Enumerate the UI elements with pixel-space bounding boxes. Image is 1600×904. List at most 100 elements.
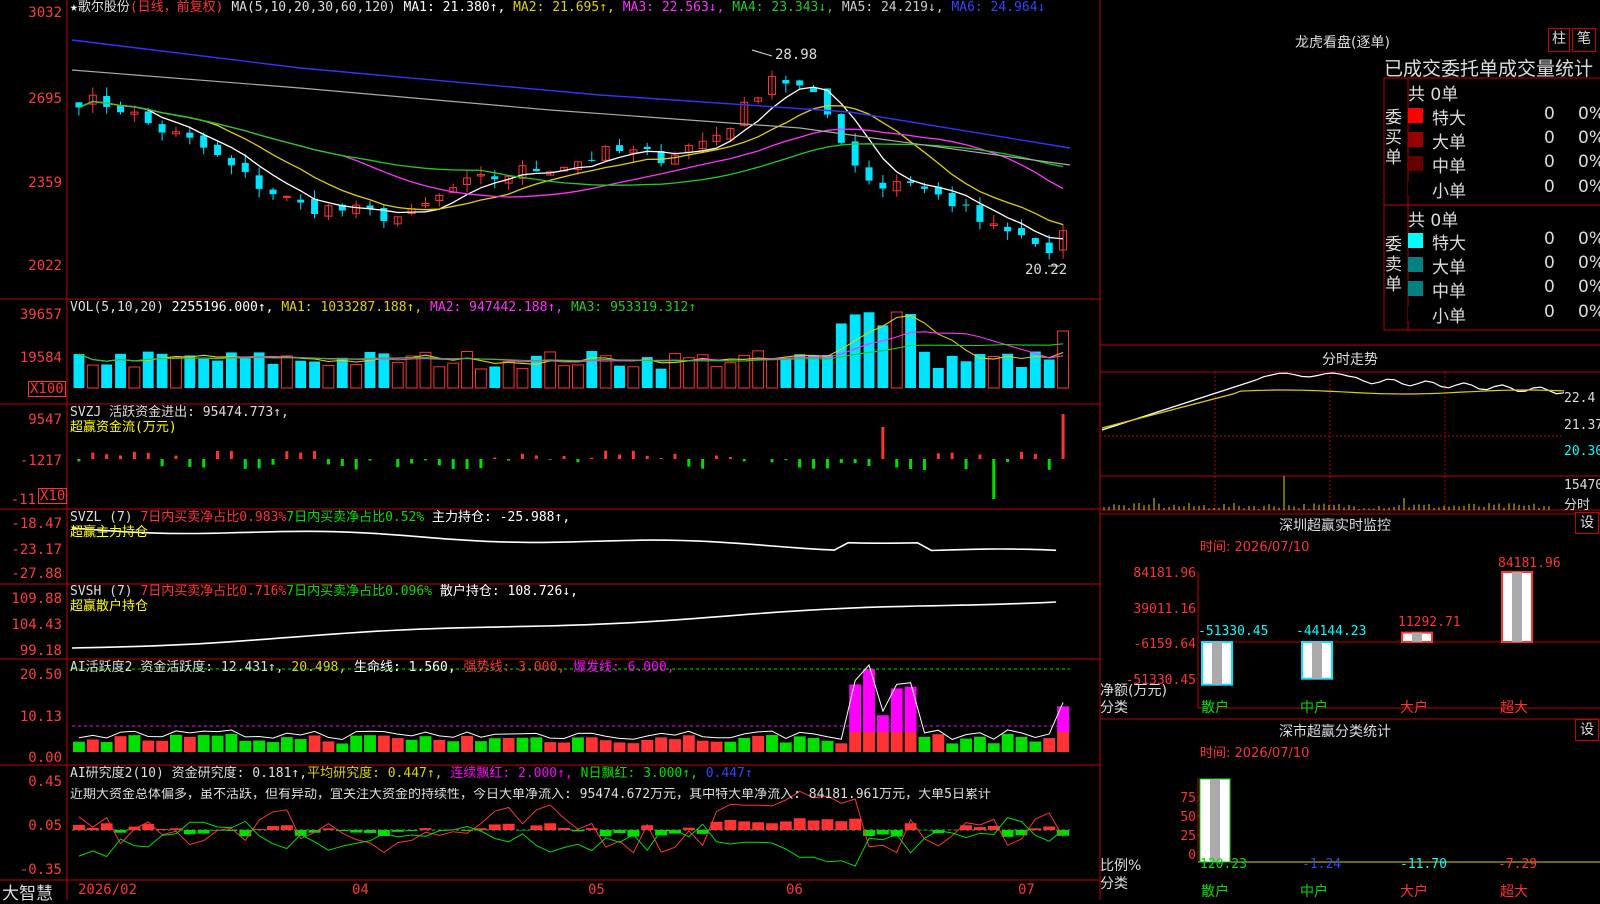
stat-settings-button[interactable]: 设 bbox=[1575, 719, 1599, 741]
svzl-position: 主力持仓: -25.988↑, bbox=[432, 510, 570, 525]
sell-row-s: 小单00% bbox=[1408, 302, 1600, 326]
sell-row-l: 大单00% bbox=[1408, 253, 1600, 277]
activity-bar bbox=[849, 732, 861, 752]
activity-bar bbox=[530, 737, 542, 752]
stock-name[interactable]: 歌尔股份 bbox=[78, 0, 130, 15]
intraday-price-line bbox=[1102, 373, 1564, 430]
research-bar bbox=[517, 830, 529, 831]
chart-canvas[interactable] bbox=[0, 0, 1600, 900]
sell-side-label: 委卖单 bbox=[1385, 235, 1405, 295]
activity-bar bbox=[323, 741, 335, 752]
svsh-axis-label: 104.43 bbox=[0, 617, 62, 633]
candle-down bbox=[491, 176, 498, 179]
stat-axis-label: 25 bbox=[1100, 829, 1196, 844]
color-swatch bbox=[1408, 233, 1423, 248]
bar-view-button[interactable]: 柱 bbox=[1548, 28, 1570, 52]
tick-view-button[interactable]: 笔 bbox=[1572, 28, 1596, 52]
volume-bar bbox=[656, 369, 667, 388]
activity-bar bbox=[87, 739, 99, 752]
volume-bar bbox=[1058, 331, 1069, 388]
research-bar bbox=[364, 830, 376, 833]
volume-bar bbox=[559, 366, 570, 388]
star-icon[interactable]: ★ bbox=[70, 0, 78, 15]
activity-bar bbox=[1029, 742, 1041, 752]
monitor-settings-button[interactable]: 设 bbox=[1575, 512, 1599, 534]
volume-bar bbox=[503, 361, 514, 388]
ai2-last: 0.447↑ bbox=[706, 766, 753, 781]
activity-bar bbox=[378, 736, 390, 752]
research-bar bbox=[711, 822, 723, 830]
svzj-header: SVZJ 活跃资金进出: 95474.773↑, bbox=[70, 406, 289, 420]
research-bar bbox=[766, 823, 778, 830]
volume-bar bbox=[614, 366, 625, 388]
stat-value-label: -1.24 bbox=[1302, 857, 1341, 872]
svsh-label: SVSH (7) bbox=[70, 584, 133, 599]
row-pct: 0% bbox=[1578, 128, 1600, 148]
volume-bar bbox=[281, 356, 292, 388]
activity-bar bbox=[1057, 732, 1069, 752]
svsh-ratio-a: 7日内买卖净占比0.716% bbox=[140, 584, 286, 599]
ai1-strong: 强势线: 3.000, bbox=[463, 660, 565, 675]
activity-bar bbox=[877, 732, 889, 752]
price-label: 2022 bbox=[0, 258, 62, 274]
chart-mode[interactable]: (日线，前复权) bbox=[130, 0, 224, 15]
activity-bar bbox=[822, 741, 834, 752]
ma-label: MA(5,10,20,30,60,120) bbox=[231, 0, 395, 15]
monitor-bar-shade bbox=[1512, 572, 1522, 642]
date-label: 04 bbox=[352, 882, 369, 898]
candle-down bbox=[949, 193, 956, 206]
date-label: 2026/02 bbox=[78, 882, 137, 898]
intraday-unit: 分时 bbox=[1564, 494, 1590, 513]
volume-bar bbox=[489, 366, 500, 388]
ai2-avg: 平均研究度: 0.447↑, bbox=[307, 766, 442, 781]
date-label: 05 bbox=[588, 882, 605, 898]
activity-bar bbox=[780, 742, 792, 752]
price-label: 2359 bbox=[0, 175, 62, 191]
buy-row-xl: 特大00% bbox=[1408, 104, 1600, 128]
research-bar bbox=[420, 828, 432, 830]
holding-line bbox=[72, 528, 1056, 551]
color-swatch bbox=[1408, 132, 1423, 147]
activity-bar bbox=[697, 741, 709, 752]
svsh-header: SVSH (7) 7日内买卖净占比0.716%7日内买卖净占比0.096% 散户… bbox=[70, 585, 578, 599]
low-price-label: 20.22 bbox=[1025, 262, 1067, 278]
volume-bar bbox=[1016, 367, 1027, 388]
activity-bar bbox=[794, 736, 806, 752]
intraday-axis-label: 20.30 bbox=[1564, 444, 1600, 459]
volume-bar bbox=[767, 359, 778, 388]
candle-down bbox=[921, 187, 928, 189]
volume-bar bbox=[780, 358, 791, 388]
row-name: 特大 bbox=[1432, 229, 1466, 254]
research-bar bbox=[627, 830, 639, 837]
sell-row-xl: 特大00% bbox=[1408, 229, 1600, 253]
volume-bar bbox=[309, 361, 320, 388]
activity-bar bbox=[988, 743, 1000, 752]
ai2-header: AI研究度2(10) 资金研究度: 0.181↑,平均研究度: 0.447↑, … bbox=[70, 767, 753, 781]
volume-bar bbox=[1002, 354, 1013, 388]
svzl-ratio-a: 7日内买卖净占比0.983% bbox=[140, 510, 286, 525]
volume-bar bbox=[753, 351, 764, 388]
monitor-title: 深圳超赢实时监控 bbox=[1100, 515, 1570, 535]
volume-bar bbox=[864, 312, 875, 388]
stat-cat-label: 超大 bbox=[1500, 881, 1528, 901]
research-bar bbox=[1029, 828, 1041, 830]
row-pct: 0% bbox=[1578, 177, 1600, 197]
candle-down bbox=[311, 199, 318, 214]
stat-cat-label: 中户 bbox=[1300, 881, 1328, 901]
research-bar bbox=[544, 823, 556, 830]
volume-bar bbox=[462, 352, 473, 388]
buy-side-label: 委买单 bbox=[1385, 108, 1405, 168]
activity-bar bbox=[392, 738, 404, 752]
vol-ma1: MA1: 1033287.188↑, bbox=[281, 300, 422, 315]
activity-bar bbox=[350, 736, 362, 752]
candle-down bbox=[269, 190, 276, 195]
candle-down bbox=[1018, 228, 1025, 235]
activity-bar bbox=[184, 737, 196, 752]
row-count: 0 bbox=[1544, 302, 1555, 322]
activity-bar bbox=[683, 735, 695, 752]
monitor-value-label: 84181.96 bbox=[1498, 556, 1561, 571]
row-pct: 0% bbox=[1578, 253, 1600, 273]
sell-row-m: 中单00% bbox=[1408, 277, 1600, 301]
volume-bar bbox=[351, 365, 362, 388]
volume-bar bbox=[295, 361, 306, 388]
